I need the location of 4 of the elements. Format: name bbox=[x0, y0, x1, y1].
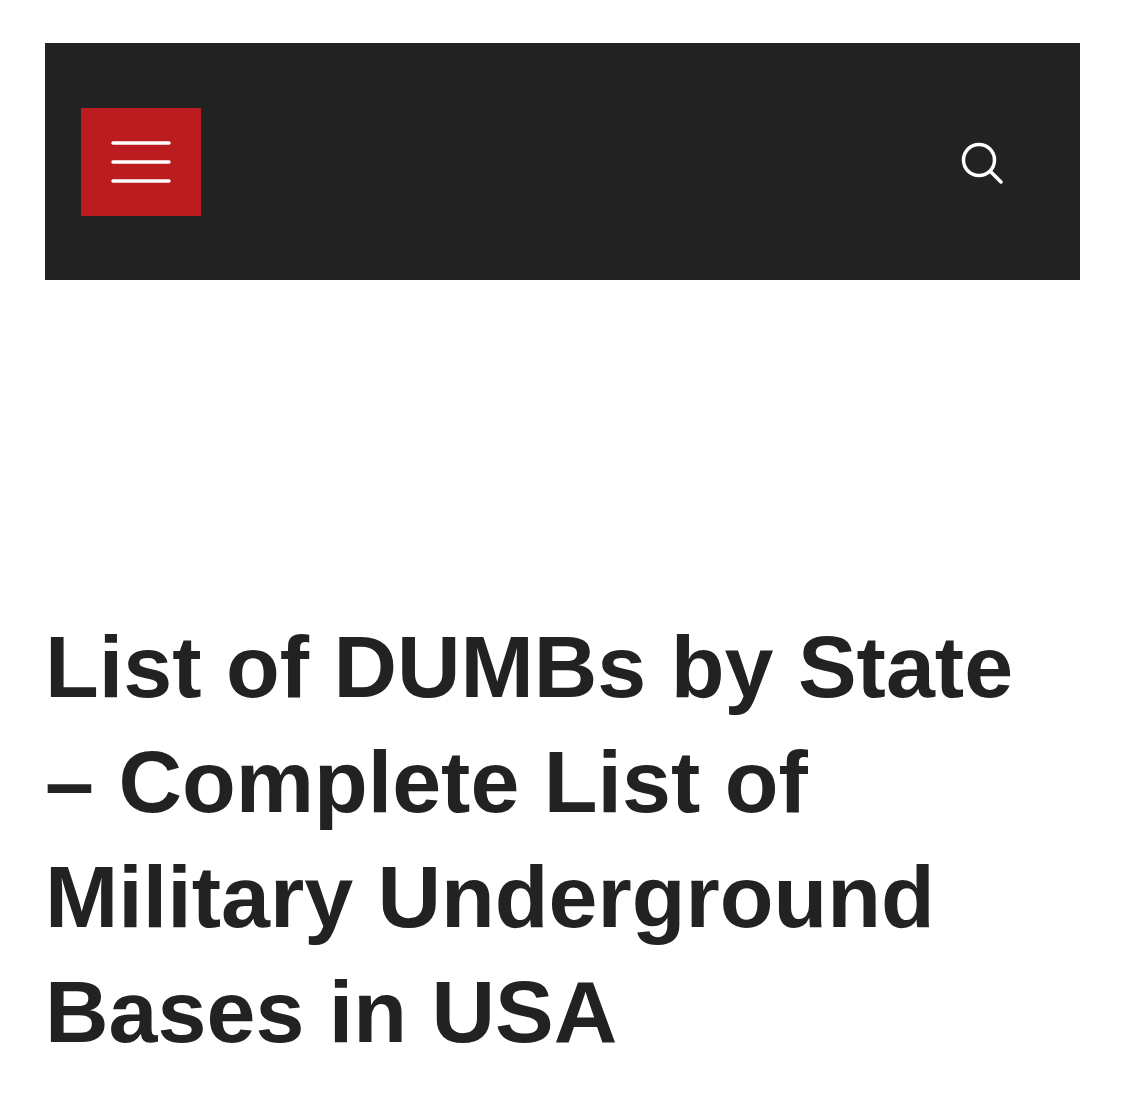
menu-button[interactable] bbox=[81, 107, 201, 216]
search-icon[interactable] bbox=[961, 141, 1003, 184]
menu-icon bbox=[111, 140, 171, 183]
article-title: List of DUMBs by State – Complete List of Military Underground Bases in USA bbox=[45, 616, 1015, 1063]
